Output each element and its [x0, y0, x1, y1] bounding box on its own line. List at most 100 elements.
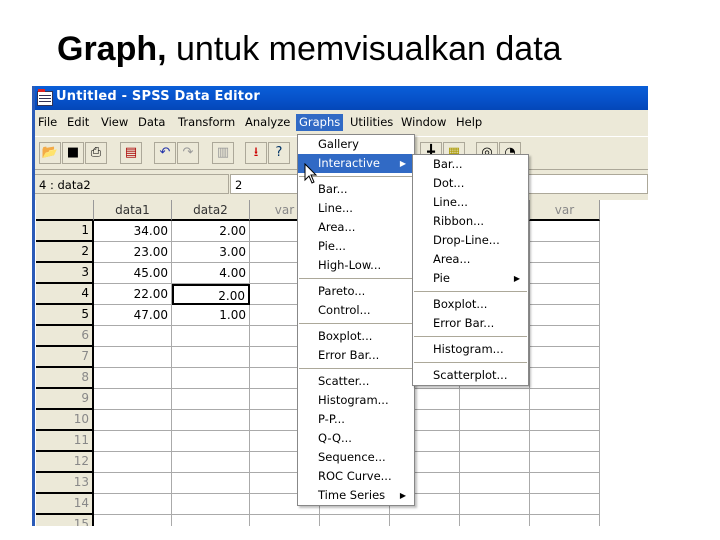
grid-cell[interactable]	[460, 494, 530, 515]
grid-cell[interactable]: 3.00	[172, 242, 250, 263]
grid-cell[interactable]	[530, 410, 600, 431]
row-header[interactable]: 15	[36, 515, 94, 526]
graphs-menu-item-gallery[interactable]: Gallery	[298, 135, 414, 154]
grid-cell[interactable]	[460, 473, 530, 494]
graphs-menu-item-roc-curve[interactable]: ROC Curve...	[298, 467, 414, 486]
row-header[interactable]: 9	[36, 389, 94, 410]
grid-cell[interactable]	[94, 494, 172, 515]
grid-cell[interactable]: 23.00	[94, 242, 172, 263]
print-icon[interactable]: ⎙	[85, 142, 107, 164]
open-icon[interactable]: 📂	[39, 142, 61, 164]
interactive-menu-item-boxplot[interactable]: Boxplot...	[413, 295, 528, 314]
interactive-menu-item-line[interactable]: Line...	[413, 193, 528, 212]
grid-cell[interactable]	[172, 494, 250, 515]
grid-cell[interactable]	[172, 515, 250, 526]
graphs-menu-item-time-series[interactable]: Time Series ▶	[298, 486, 414, 505]
grid-cell[interactable]	[530, 242, 600, 263]
grid-cell[interactable]	[94, 326, 172, 347]
column-header[interactable]: data2	[172, 200, 250, 221]
variables-icon[interactable]: ?	[268, 142, 290, 164]
menu-view[interactable]: View	[98, 114, 131, 131]
row-header[interactable]: 10	[36, 410, 94, 431]
graphs-menu-item-error-bar[interactable]: Error Bar...	[298, 346, 414, 365]
grid-cell[interactable]	[172, 473, 250, 494]
graphs-menu-item-line[interactable]: Line...	[298, 199, 414, 218]
grid-cell[interactable]: 1.00	[172, 305, 250, 326]
row-header[interactable]: 4	[36, 284, 94, 305]
interactive-menu-item-bar[interactable]: Bar...	[413, 155, 528, 174]
grid-cell[interactable]	[460, 389, 530, 410]
grid-cell[interactable]: 2.00	[172, 221, 250, 242]
grid-cell[interactable]	[530, 284, 600, 305]
save-icon[interactable]: ■	[62, 142, 84, 164]
grid-cell[interactable]	[94, 515, 172, 526]
row-header[interactable]: 5	[36, 305, 94, 326]
grid-cell[interactable]	[172, 452, 250, 473]
grid-cell[interactable]	[94, 473, 172, 494]
graphs-menu-item-high-low[interactable]: High-Low...	[298, 256, 414, 275]
menu-analyze[interactable]: Analyze	[242, 114, 293, 131]
menu-transform[interactable]: Transform	[175, 114, 238, 131]
grid-cell[interactable]	[172, 410, 250, 431]
dialog-recall-icon[interactable]: ▤	[120, 142, 142, 164]
graphs-menu-item-area[interactable]: Area...	[298, 218, 414, 237]
interactive-menu-item-error-bar[interactable]: Error Bar...	[413, 314, 528, 333]
grid-cell[interactable]	[530, 305, 600, 326]
grid-cell[interactable]	[94, 368, 172, 389]
menu-utilities[interactable]: Utilities	[347, 114, 396, 131]
graphs-menu-item-pie[interactable]: Pie...	[298, 237, 414, 256]
graphs-menu-item-pareto[interactable]: Pareto...	[298, 282, 414, 301]
grid-cell[interactable]	[172, 389, 250, 410]
grid-cell[interactable]	[94, 347, 172, 368]
grid-cell[interactable]	[530, 452, 600, 473]
graphs-menu-item-sequence[interactable]: Sequence...	[298, 448, 414, 467]
grid-cell[interactable]	[530, 263, 600, 284]
goto-case-icon[interactable]: ⭳	[245, 142, 267, 164]
grid-cell[interactable]	[172, 431, 250, 452]
grid-cell[interactable]	[172, 347, 250, 368]
menu-data[interactable]: Data	[135, 114, 168, 131]
grid-cell[interactable]: 34.00	[94, 221, 172, 242]
menu-file[interactable]: File	[35, 114, 60, 131]
title-bar[interactable]: Untitled - SPSS Data Editor	[32, 86, 648, 110]
grid-cell[interactable]	[530, 494, 600, 515]
interactive-menu-item-area[interactable]: Area...	[413, 250, 528, 269]
menu-help[interactable]: Help	[453, 114, 485, 131]
grid-cell[interactable]	[530, 473, 600, 494]
column-header[interactable]: var	[530, 200, 600, 221]
grid-cell[interactable]	[530, 221, 600, 242]
grid-cell[interactable]	[530, 515, 600, 526]
row-header[interactable]: 8	[36, 368, 94, 389]
row-header[interactable]: 1	[36, 221, 94, 242]
grid-cell[interactable]	[390, 515, 460, 526]
redo-icon[interactable]: ↷	[177, 142, 199, 164]
row-header[interactable]: 14	[36, 494, 94, 515]
row-header[interactable]: 7	[36, 347, 94, 368]
menu-graphs[interactable]: Graphs	[296, 114, 344, 131]
grid-cell[interactable]: 2.00	[172, 284, 250, 305]
interactive-menu-item-ribbon[interactable]: Ribbon...	[413, 212, 528, 231]
menu-window[interactable]: Window	[398, 114, 449, 131]
grid-cell[interactable]	[530, 431, 600, 452]
graphs-menu-item-p-p[interactable]: P-P...	[298, 410, 414, 429]
interactive-menu-item-scatterplot[interactable]: Scatterplot...	[413, 366, 528, 385]
interactive-menu-item-histogram[interactable]: Histogram...	[413, 340, 528, 359]
row-header[interactable]: 11	[36, 431, 94, 452]
row-header[interactable]: 6	[36, 326, 94, 347]
grid-cell[interactable]	[530, 368, 600, 389]
grid-cell[interactable]	[250, 515, 320, 526]
graphs-menu-item-scatter[interactable]: Scatter...	[298, 372, 414, 391]
undo-icon[interactable]: ↶	[154, 142, 176, 164]
graphs-menu-item-boxplot[interactable]: Boxplot...	[298, 327, 414, 346]
interactive-menu-item-drop-line[interactable]: Drop-Line...	[413, 231, 528, 250]
grid-cell[interactable]	[172, 326, 250, 347]
menu-edit[interactable]: Edit	[64, 114, 92, 131]
grid-cell[interactable]	[94, 431, 172, 452]
interactive-menu-item-dot[interactable]: Dot...	[413, 174, 528, 193]
row-header[interactable]: 13	[36, 473, 94, 494]
row-header[interactable]: 2	[36, 242, 94, 263]
row-header[interactable]: 12	[36, 452, 94, 473]
grid-cell[interactable]	[94, 452, 172, 473]
grid-cell[interactable]	[460, 431, 530, 452]
grid-cell[interactable]	[460, 410, 530, 431]
